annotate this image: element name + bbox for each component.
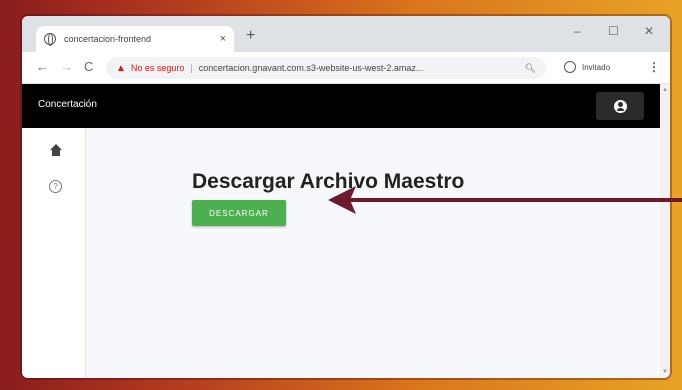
info-circle-icon[interactable]: ? — [49, 180, 62, 193]
warning-icon: ▲ — [116, 62, 126, 74]
download-button[interactable]: DESCARGAR — [192, 200, 286, 226]
security-warning[interactable]: No es seguro — [131, 63, 185, 73]
maximize-button[interactable]: ☐ — [608, 24, 619, 38]
reload-button[interactable]: C — [84, 59, 93, 74]
minimize-button[interactable]: – — [574, 24, 581, 38]
globe-icon — [44, 33, 56, 46]
profile-icon — [564, 61, 576, 73]
sidebar: ? — [22, 128, 86, 378]
page-scrollbar[interactable]: ▲ ▼ — [660, 84, 670, 378]
zoom-icon[interactable]: 🔍︎ — [525, 63, 536, 74]
profile-button[interactable]: Invitado — [564, 61, 610, 73]
browser-tab[interactable]: concertacion-frontend × — [36, 26, 234, 52]
close-window-button[interactable]: ✕ — [644, 24, 654, 38]
forward-button[interactable]: → — [60, 59, 73, 74]
profile-label: Invitado — [582, 62, 611, 72]
account-circle-icon — [613, 99, 627, 113]
app-bar: Concertación — [22, 84, 660, 128]
tab-strip: concertacion-frontend × + – ☐ ✕ — [22, 16, 670, 52]
main-content: Descargar Archivo Maestro DESCARGAR — [86, 128, 660, 378]
browser-menu-button[interactable]: ⋮ — [648, 60, 660, 74]
account-button[interactable] — [596, 92, 644, 120]
new-tab-button[interactable]: + — [246, 27, 255, 45]
browser-toolbar: ← → C ▲ No es seguro | concertacion.gnav… — [22, 52, 670, 84]
url-text[interactable]: concertacion.gnavant.com.s3-website-us-w… — [199, 63, 519, 73]
page-title: Descargar Archivo Maestro — [192, 170, 465, 193]
tab-close-icon[interactable]: × — [220, 33, 226, 45]
app-title: Concertación — [38, 99, 97, 110]
browser-window: concertacion-frontend × + – ☐ ✕ ← → C ▲ … — [22, 16, 670, 378]
scroll-down-icon[interactable]: ▼ — [662, 369, 668, 375]
home-icon[interactable] — [50, 144, 62, 156]
back-button[interactable]: ← — [36, 59, 49, 74]
address-bar[interactable]: ▲ No es seguro | concertacion.gnavant.co… — [106, 57, 546, 79]
tab-title: concertacion-frontend — [64, 34, 152, 44]
scroll-up-icon[interactable]: ▲ — [662, 87, 668, 93]
separator: | — [190, 63, 193, 73]
